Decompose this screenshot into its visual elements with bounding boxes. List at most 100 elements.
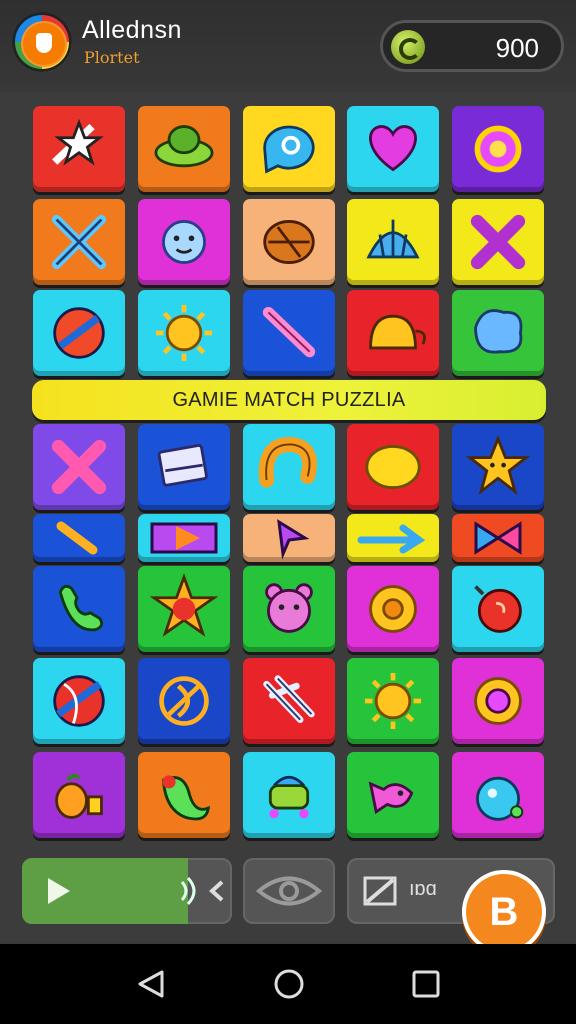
red-bomb-icon: [474, 585, 522, 633]
game-tile[interactable]: [347, 424, 439, 510]
home-icon[interactable]: [274, 969, 304, 999]
crossed-swords-icon: [51, 214, 107, 270]
pea-pod-icon: [161, 775, 211, 821]
croissant-icon: [258, 437, 318, 488]
play-button[interactable]: [22, 858, 232, 924]
game-tile[interactable]: [138, 290, 230, 376]
game-tile[interactable]: [33, 424, 125, 510]
game-tile[interactable]: [347, 199, 439, 285]
walnut-icon: [263, 220, 315, 264]
avatar[interactable]: [12, 12, 72, 72]
game-tile[interactable]: [243, 106, 335, 192]
game-tile[interactable]: [243, 424, 335, 510]
game-tile[interactable]: [33, 106, 125, 192]
game-tile[interactable]: [33, 658, 125, 744]
game-tile[interactable]: [347, 752, 439, 838]
pink-cross-icon: [51, 439, 107, 495]
game-tile[interactable]: [33, 290, 125, 376]
game-tile[interactable]: [138, 658, 230, 744]
game-tile[interactable]: [243, 752, 335, 838]
chat-bubble-icon: [263, 125, 315, 174]
phone-icon: [58, 584, 104, 632]
striped-ball-icon: [53, 307, 105, 359]
cursor-arrow-icon: [277, 519, 310, 560]
app-logo-icon: [21, 21, 67, 67]
game-tile[interactable]: [347, 658, 439, 744]
beach-ball-icon: [53, 675, 105, 727]
coin-value: 900: [495, 33, 539, 63]
sun-icon: [155, 304, 213, 362]
game-tile[interactable]: [452, 106, 544, 192]
hint-eye-button[interactable]: [243, 858, 335, 924]
game-tile[interactable]: [347, 290, 439, 376]
player-name: Allednsn: [82, 16, 182, 44]
blue-potion-icon: [476, 776, 524, 821]
android-nav-bar: [0, 944, 576, 1024]
rune-icon: [159, 676, 209, 726]
puzzle-blob-icon: [474, 309, 523, 354]
sun-icon: [364, 672, 422, 730]
game-tile[interactable]: [452, 752, 544, 838]
game-tile[interactable]: [138, 424, 230, 510]
game-tile[interactable]: [452, 566, 544, 652]
game-tile[interactable]: [347, 566, 439, 652]
green-hat-icon: [154, 125, 214, 168]
game-tile[interactable]: [452, 424, 544, 510]
title-banner: GAMIE MATCH PUZZLIA: [32, 380, 546, 420]
golden-teapot-icon: [369, 314, 426, 350]
game-tile[interactable]: [347, 106, 439, 192]
game-tile[interactable]: [243, 566, 335, 652]
bear-face-icon: [265, 583, 313, 633]
lightning-claw-icon: [263, 675, 315, 723]
game-tile[interactable]: [243, 514, 335, 562]
game-tile[interactable]: [452, 199, 544, 285]
pink-sun-icon: [474, 677, 522, 725]
purple-orb-icon: [474, 125, 522, 173]
game-tile[interactable]: [138, 514, 230, 562]
bowtie-icon: [474, 521, 522, 555]
game-tile[interactable]: [138, 199, 230, 285]
back-icon[interactable]: [138, 970, 164, 998]
purple-cross-icon: [470, 214, 526, 270]
pink-fish-icon: [368, 781, 414, 815]
game-tile[interactable]: [347, 514, 439, 562]
shuffle-label: ıɒɑ: [409, 878, 437, 900]
game-tile[interactable]: [243, 658, 335, 744]
cloud-face-icon: [162, 220, 206, 264]
game-tile[interactable]: [243, 290, 335, 376]
game-tile[interactable]: [138, 106, 230, 192]
game-tile[interactable]: [452, 290, 544, 376]
game-tile[interactable]: [452, 658, 544, 744]
play-icon: [48, 876, 224, 906]
eye-icon: [255, 876, 323, 906]
heart-gem-icon: [369, 125, 417, 172]
coin-counter[interactable]: 900: [380, 20, 564, 72]
banner-text: GAMIE MATCH PUZZLIA: [172, 389, 406, 411]
game-tile[interactable]: [33, 514, 125, 562]
boost-label: B: [489, 890, 519, 934]
lemon-icon: [365, 445, 421, 489]
game-tile[interactable]: [33, 566, 125, 652]
baton-icon: [56, 521, 98, 555]
pink-wand-icon: [262, 306, 316, 358]
play-arrow-icon: [150, 522, 218, 554]
sunflower-icon: [369, 585, 417, 633]
game-tile[interactable]: [452, 514, 544, 562]
right-arrow-icon: [357, 524, 426, 554]
boost-button[interactable]: B: [462, 870, 546, 954]
star-streak-icon: [52, 118, 104, 166]
game-tile[interactable]: [138, 566, 230, 652]
game-tile[interactable]: [33, 752, 125, 838]
book-stack-icon: [157, 444, 208, 487]
game-tile[interactable]: [138, 752, 230, 838]
coin-icon: [391, 30, 425, 64]
game-tile[interactable]: [33, 199, 125, 285]
player-subtitle: Plortet: [84, 48, 140, 67]
red-star-icon: [149, 573, 219, 637]
recents-icon[interactable]: [412, 970, 440, 998]
game-tile[interactable]: [243, 199, 335, 285]
blue-shell-icon: [366, 219, 420, 259]
fruit-basket-icon: [55, 773, 103, 819]
smiling-star-icon: [465, 435, 531, 495]
robot-icon: [268, 775, 310, 819]
